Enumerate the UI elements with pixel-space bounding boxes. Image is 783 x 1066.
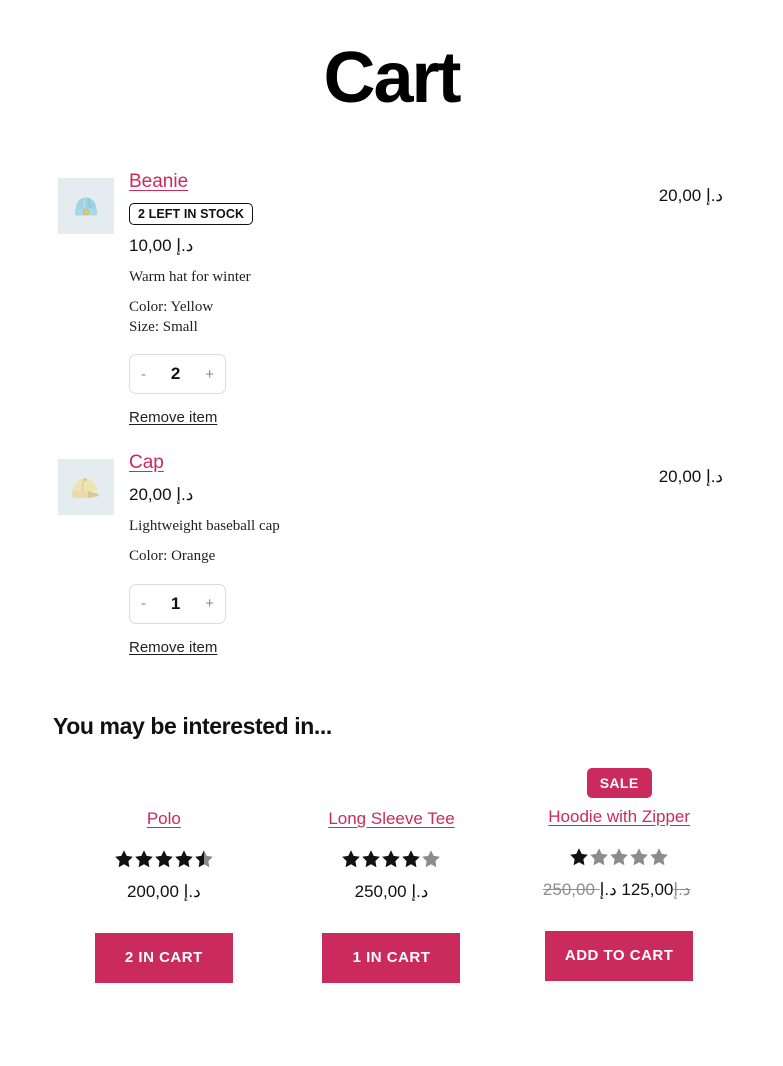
rating-star bbox=[381, 849, 401, 869]
cart-item-title[interactable]: Beanie bbox=[129, 171, 188, 193]
rating-star bbox=[341, 849, 361, 869]
page-title: Cart bbox=[323, 38, 461, 118]
cap-icon[interactable] bbox=[58, 459, 114, 516]
remove-item-link[interactable]: Remove item bbox=[129, 639, 217, 656]
product-rating bbox=[341, 849, 441, 869]
cart-item-line-total: 20,00 د.إ bbox=[658, 467, 723, 487]
cart-item-row: Beanie 2 LEFT IN STOCK 10,00 د.إ Warm hat f… bbox=[58, 171, 723, 427]
quantity-value[interactable]: 1 bbox=[171, 594, 180, 614]
quantity-decrement-button[interactable]: - bbox=[141, 596, 146, 611]
cart-item-attribute: Color: Orange bbox=[129, 548, 216, 565]
quantity-stepper[interactable]: - 2 + bbox=[129, 354, 226, 395]
rating-star bbox=[361, 849, 381, 869]
add-to-cart-button[interactable]: 2 IN CART bbox=[94, 932, 233, 983]
cart-item-title[interactable]: Cap bbox=[129, 452, 164, 474]
product-card: SALE Hoodie with Zipper 250,00 د.إ125,00 د… bbox=[505, 767, 733, 983]
quantity-decrement-button[interactable]: - bbox=[141, 367, 146, 382]
stock-badge: 2 LEFT IN STOCK bbox=[129, 202, 254, 225]
beanie-icon[interactable] bbox=[58, 178, 114, 234]
product-price: 250,00 د.إ bbox=[355, 882, 429, 902]
rating-star bbox=[629, 847, 649, 867]
product-current-price: 250,00 د.إ bbox=[354, 881, 429, 901]
recommendations-section: You may be interested in... Polo 200,00 د… bbox=[0, 713, 783, 983]
rating-star bbox=[174, 849, 194, 869]
quantity-increment-button[interactable]: + bbox=[205, 596, 214, 611]
quantity-stepper[interactable]: - 1 + bbox=[129, 583, 226, 624]
cart-item-description: Warm hat for winter bbox=[129, 268, 251, 285]
cart-item-description: Lightweight baseball cap bbox=[129, 518, 280, 535]
rating-star bbox=[401, 849, 421, 869]
cart-item-unit-price: 10,00 د.إ bbox=[129, 235, 194, 255]
sale-badge: SALE bbox=[586, 767, 652, 798]
product-card: Long Sleeve Tee 250,00 د.إ 1 IN CART bbox=[278, 768, 506, 983]
product-price: 250,00 د.إ125,00 د.إ bbox=[543, 880, 696, 900]
rating-star bbox=[421, 849, 441, 869]
cart-item-list: Beanie 2 LEFT IN STOCK 10,00 د.إ Warm hat f… bbox=[0, 171, 783, 657]
quantity-value[interactable]: 2 bbox=[171, 364, 180, 384]
cart-item-details: Beanie 2 LEFT IN STOCK 10,00 د.إ Warm hat f… bbox=[114, 171, 613, 427]
rating-star bbox=[154, 849, 174, 869]
rating-star bbox=[569, 847, 589, 867]
cart-item-unit-price: 20,00 د.إ bbox=[129, 485, 194, 505]
cart-item-line-total: 20,00 د.إ bbox=[658, 186, 723, 205]
rating-star bbox=[114, 849, 134, 869]
product-current-price: 200,00 د.إ bbox=[126, 881, 201, 901]
rating-star bbox=[609, 847, 629, 867]
recommendations-heading: You may be interested in... bbox=[53, 712, 332, 739]
product-price: 200,00 د.إ bbox=[127, 882, 201, 902]
add-to-cart-button[interactable]: 1 IN CART bbox=[322, 932, 461, 983]
remove-item-link[interactable]: Remove item bbox=[129, 409, 217, 426]
product-title-link[interactable]: Hoodie with Zipper bbox=[548, 807, 690, 827]
cart-item-row: Cap 20,00 د.إ Lightweight baseball cap Colo… bbox=[58, 452, 723, 656]
recommendations-grid: Polo 200,00 د.إ 2 IN CART Long Sleeve Tee 25… bbox=[50, 767, 733, 983]
product-title-link[interactable]: Polo bbox=[147, 809, 181, 829]
product-card: Polo 200,00 د.إ 2 IN CART bbox=[50, 768, 278, 983]
rating-star bbox=[134, 849, 154, 869]
cart-item-attribute: Size: Small bbox=[129, 319, 198, 336]
product-rating bbox=[569, 847, 669, 867]
add-to-cart-button[interactable]: ADD TO CART bbox=[544, 930, 694, 981]
quantity-increment-button[interactable]: + bbox=[205, 367, 214, 382]
rating-star bbox=[194, 849, 214, 869]
product-current-price: 125,00 د.إ bbox=[599, 879, 674, 899]
cart-item-details: Cap 20,00 د.إ Lightweight baseball cap Colo… bbox=[114, 452, 613, 656]
rating-star bbox=[589, 847, 609, 867]
cart-item-attribute: Color: Yellow bbox=[129, 298, 214, 315]
product-rating bbox=[114, 849, 214, 869]
cart-item-attributes: Color: Yellow Size: Small bbox=[129, 297, 613, 338]
rating-star bbox=[649, 847, 669, 867]
cart-item-attributes: Color: Orange bbox=[129, 546, 613, 566]
product-title-link[interactable]: Long Sleeve Tee bbox=[328, 809, 454, 829]
